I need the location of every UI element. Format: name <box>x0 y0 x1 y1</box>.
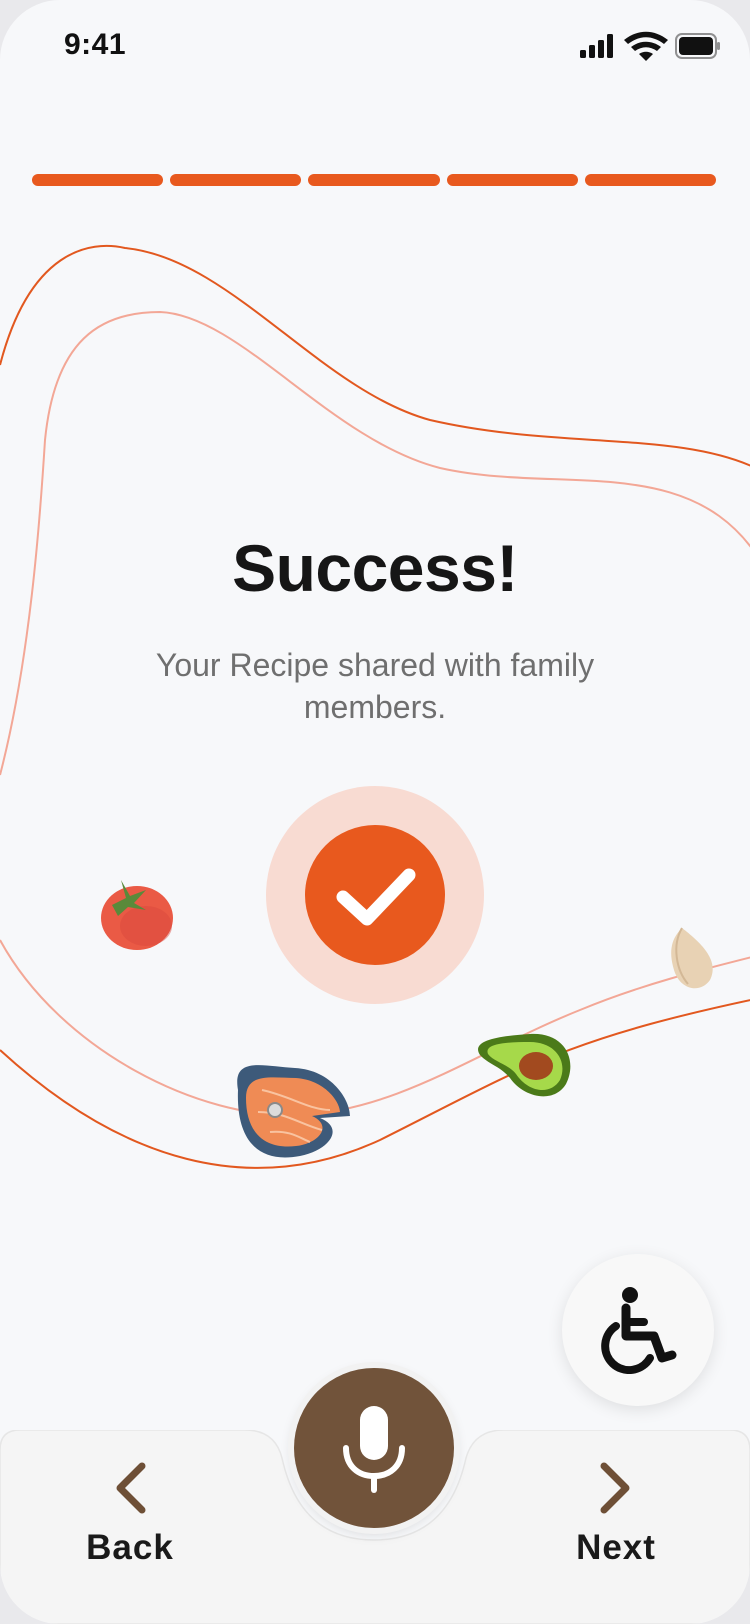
checkmark-icon <box>336 868 416 926</box>
salmon-steak-icon <box>237 1065 350 1158</box>
status-bar: 9:41 <box>0 0 750 94</box>
accessibility-button[interactable] <box>562 1254 714 1406</box>
progress-segment <box>584 174 717 186</box>
status-indicators <box>580 31 720 61</box>
back-label: Back <box>86 1528 174 1567</box>
battery-icon <box>675 33 720 59</box>
wheelchair-icon <box>601 1287 677 1374</box>
signal-icon <box>580 34 613 58</box>
next-button[interactable]: Next <box>536 1452 696 1572</box>
success-message: Your Recipe shared with family members. <box>155 647 595 725</box>
chevron-left-icon <box>116 1462 146 1514</box>
success-screen: 9:41 Success! Your Recipe shared with fa… <box>0 0 750 1624</box>
tomato-icon <box>101 880 173 950</box>
wifi-icon <box>624 31 668 61</box>
page-title: Success! <box>232 531 518 605</box>
progress-segment <box>170 174 302 186</box>
garlic-clove-icon <box>671 927 713 989</box>
success-badge <box>305 825 445 965</box>
status-time: 9:41 <box>64 28 127 61</box>
progress-segment <box>446 174 578 186</box>
progress-segment <box>32 174 164 186</box>
avocado-icon <box>478 1033 571 1097</box>
voice-input-button[interactable] <box>294 1368 454 1528</box>
progress-segment <box>308 174 440 186</box>
microphone-icon <box>343 1406 405 1493</box>
back-button[interactable]: Back <box>50 1452 210 1572</box>
step-progress-bar <box>32 174 717 186</box>
next-label: Next <box>576 1528 656 1567</box>
chevron-right-icon <box>600 1462 630 1514</box>
